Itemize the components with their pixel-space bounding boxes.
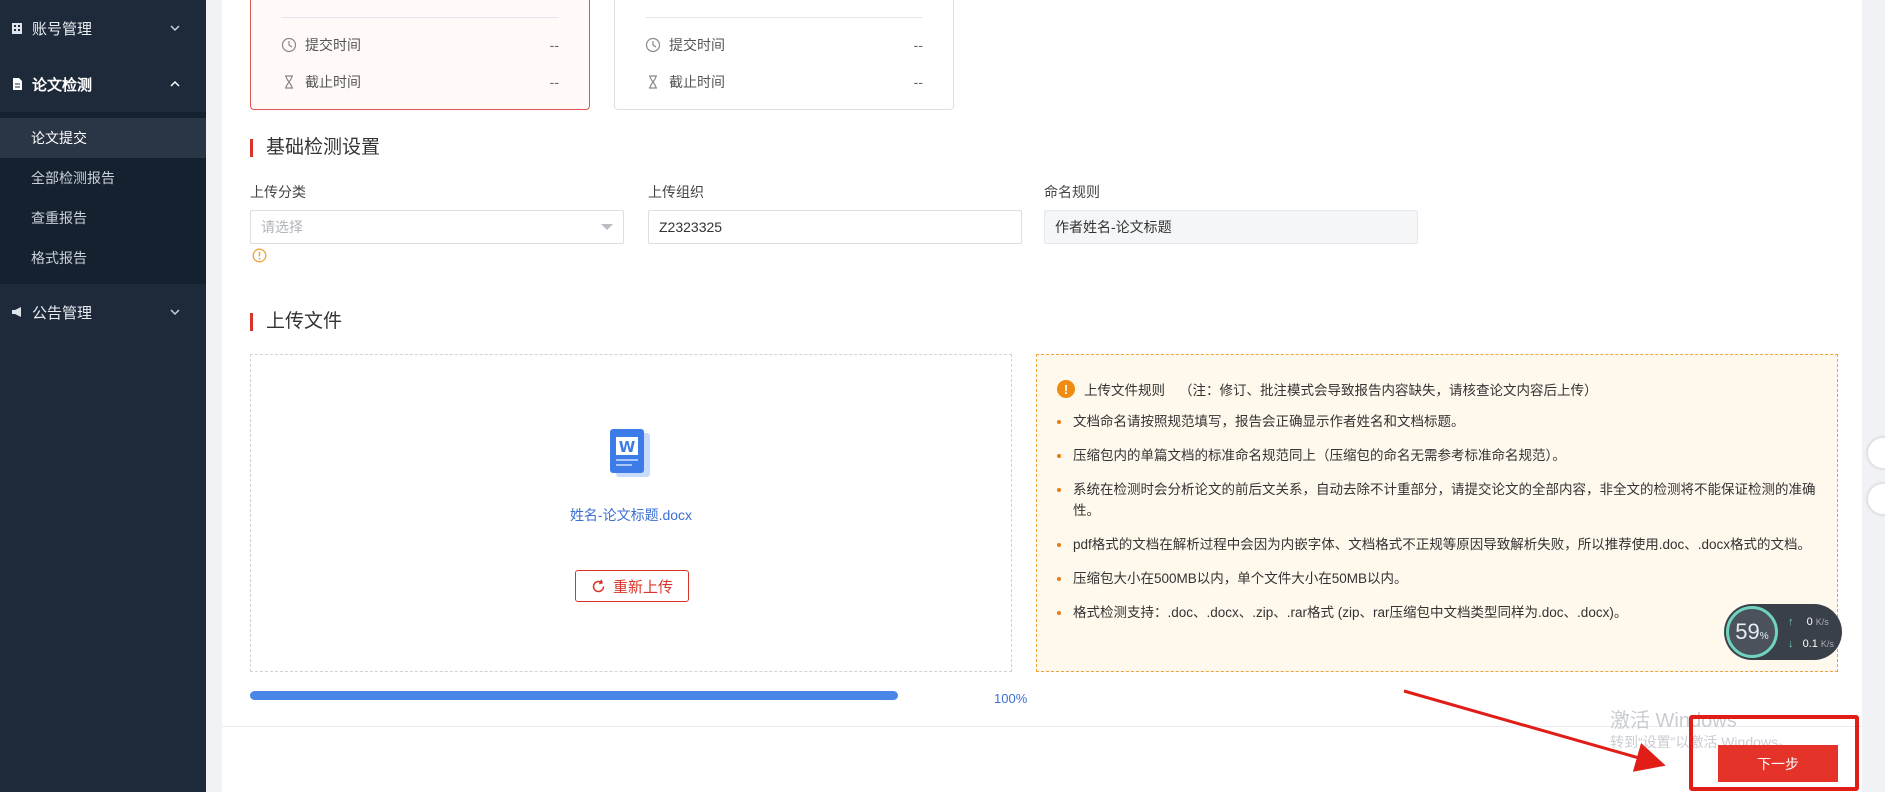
sidebar-item-format-report[interactable]: 格式报告 [0,238,206,278]
uploaded-file-name[interactable]: 姓名-论文标题.docx [251,505,1011,525]
memory-usage-gauge: 59% [1726,606,1778,658]
clock-icon [645,37,661,53]
task-card-selected[interactable]: 提交时间 -- 截止时间 -- [250,0,590,110]
clock-icon [281,37,297,53]
warning-icon: ! [1057,380,1075,398]
download-speed: ↓ 0.1 K/s [1788,638,1836,650]
rules-title: 上传文件规则 [1084,383,1165,398]
memory-usage-percent: 59 [1735,619,1760,644]
hourglass-icon [285,75,293,89]
hourglass-icon [649,75,657,89]
upload-progress-bar [250,691,898,700]
memory-usage-unit: % [1759,630,1769,642]
sidebar-item-label: 格式报告 [31,250,87,266]
submit-time-value: -- [913,37,923,53]
submit-time-label: 提交时间 [669,37,725,53]
arrow-down-icon: ↓ [1788,638,1794,650]
upload-progress-text: 100% [994,691,1028,706]
next-step-button[interactable]: 下一步 [1718,745,1838,782]
task-card[interactable]: 提交时间 -- 截止时间 -- [614,0,954,110]
sidebar-item-label: 论文提交 [31,130,87,146]
deadline-label: 截止时间 [305,74,361,90]
refresh-icon [592,579,605,592]
org-input-value: Z2323325 [659,219,723,235]
upload-section-title: 上传文件 [250,312,342,332]
submit-time-value: -- [549,37,559,53]
deadline-value: -- [913,74,923,90]
sidebar-item-label: 全部检测报告 [31,170,115,186]
sidebar-group-account[interactable]: 账号管理 [0,0,206,56]
speed-unit: K/s [1815,617,1829,627]
sidebar-group-label: 账号管理 [32,20,93,38]
sidebar-item-thesis-submit[interactable]: 论文提交 [0,118,206,158]
caret-down-icon [601,224,613,230]
upload-progress-fill [250,691,898,700]
upload-speed-value: 0 [1806,616,1813,628]
upload-dropzone[interactable]: W 姓名-论文标题.docx 重新上传 [250,354,1012,672]
naming-rule-value: 作者姓名-论文标题 [1055,219,1172,235]
building-icon [12,23,22,34]
org-label: 上传组织 [648,184,704,200]
annotation-arrow-icon [1403,689,1666,772]
category-placeholder: 请选择 [261,219,303,235]
sidebar-item-label: 查重报告 [31,210,87,226]
sidebar-group-label: 公告管理 [32,304,93,322]
sidebar: 账号管理 论文检测 论文提交 全部检测报告 查重报告 格式报告 公告管理 [0,0,206,792]
sidebar-submenu: 论文提交 全部检测报告 查重报告 格式报告 [0,112,206,284]
reupload-button[interactable]: 重新上传 [575,570,689,602]
rule-item: 压缩包大小在500MB以内，单个文件大小在50MB以内。 [1057,568,1817,589]
card-submit-time-row: 提交时间 -- [645,35,923,55]
card-divider [645,17,923,18]
sidebar-item-all-reports[interactable]: 全部检测报告 [0,158,206,198]
basic-settings-title: 基础检测设置 [250,138,380,158]
card-deadline-row: 截止时间 -- [645,72,923,92]
rule-item: 文档命名请按照规范填写，报告会正确显示作者姓名和文档标题。 [1057,411,1817,432]
card-deadline-row: 截止时间 -- [281,72,559,92]
chevron-down-icon [170,309,180,316]
upload-rules-panel: ! 上传文件规则 （注：修订、批注模式会导致报告内容缺失，请核查论文内容后上传）… [1036,354,1838,672]
submit-time-label: 提交时间 [305,37,361,53]
naming-rule-field: 作者姓名-论文标题 [1044,210,1418,244]
network-speed-widget[interactable]: 59% ↑ 0 K/s ↓ 0.1 K/s [1724,604,1842,660]
naming-rule-label: 命名规则 [1044,184,1100,200]
sidebar-group-thesis[interactable]: 论文检测 [0,56,206,112]
card-divider [281,17,559,18]
card-submit-time-row: 提交时间 -- [281,35,559,55]
megaphone-icon [12,307,21,317]
rule-item: 压缩包内的单篇文档的标准命名规范同上（压缩包的命名无需参考标准命名规范）。 [1057,445,1817,466]
content-panel: 提交时间 -- 截止时间 -- 提交时间 -- 截止时间 -- 基础检测设置 上… [222,0,1862,726]
word-document-icon: W [610,429,650,477]
reupload-label: 重新上传 [612,578,673,596]
upload-speed: ↑ 0 K/s [1788,616,1836,628]
category-label: 上传分类 [250,184,306,200]
sidebar-group-label: 论文检测 [32,76,93,94]
deadline-label: 截止时间 [669,74,725,90]
sidebar-group-announcement[interactable]: 公告管理 [0,284,206,340]
sidebar-item-duplicate-report[interactable]: 查重报告 [0,198,206,238]
svg-text:W: W [619,438,636,456]
category-select[interactable]: 请选择 [250,210,624,244]
arrow-up-icon: ↑ [1788,616,1794,628]
download-speed-value: 0.1 [1802,638,1818,650]
chevron-down-icon [170,25,180,32]
org-input[interactable]: Z2323325 [648,210,1022,244]
deadline-value: -- [549,74,559,90]
rule-item: 格式检测支持：.doc、.docx、.zip、.rar格式 (zip、rar压缩… [1057,602,1817,623]
main-area: 提交时间 -- 截止时间 -- 提交时间 -- 截止时间 -- 基础检测设置 上… [206,0,1885,792]
speed-unit: K/s [1820,639,1834,649]
rule-item: pdf格式的文档在解析过程中会因为内嵌字体、文档格式不正规等原因导致解析失败，所… [1057,534,1817,555]
document-icon [13,78,22,90]
rules-note: （注：修订、批注模式会导致报告内容缺失，请核查论文内容后上传） [1179,383,1598,398]
rules-header: ! 上传文件规则 （注：修订、批注模式会导致报告内容缺失，请核查论文内容后上传） [1057,379,1817,399]
chevron-up-icon [170,80,180,87]
info-icon[interactable] [252,248,267,263]
rule-item: 系统在检测时会分析论文的前后文关系，自动去除不计重部分，请提交论文的全部内容，非… [1057,479,1817,521]
